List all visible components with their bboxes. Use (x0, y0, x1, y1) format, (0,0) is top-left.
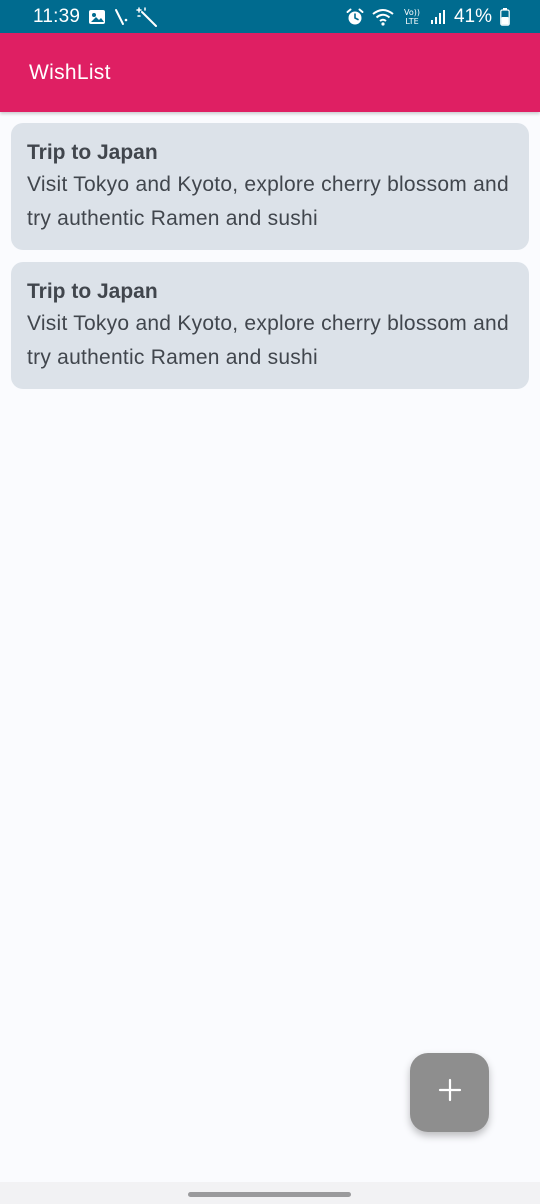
wish-card[interactable]: Trip to Japan Visit Tokyo and Kyoto, exp… (11, 123, 529, 250)
add-wish-button[interactable] (410, 1053, 489, 1132)
battery-percent: 41% (453, 5, 492, 27)
svg-text:LTE: LTE (405, 17, 418, 26)
home-gesture-handle[interactable] (188, 1192, 351, 1197)
wish-title: Trip to Japan (27, 280, 158, 303)
alarm-icon (346, 8, 364, 26)
status-left: 11:39 (33, 6, 158, 28)
slash-icon (114, 8, 128, 26)
status-right: Vo)) LTE 41% (346, 6, 510, 28)
wish-title: Trip to Japan (27, 141, 158, 164)
magic-wand-icon (136, 6, 158, 27)
wish-description: Visit Tokyo and Kyoto, explore cherry bl… (27, 173, 509, 230)
wish-description: Visit Tokyo and Kyoto, explore cherry bl… (27, 312, 509, 369)
app-bar: WishList (0, 33, 540, 112)
svg-text:Vo)): Vo)) (404, 8, 420, 17)
status-bar: 11:39 Vo)) LTE 41% (0, 0, 540, 33)
navigation-bar (0, 1182, 540, 1204)
image-icon (88, 9, 106, 25)
volte-icon: Vo)) LTE (402, 7, 422, 27)
status-time: 11:39 (33, 5, 81, 27)
wifi-icon (372, 8, 394, 26)
app-title: WishList (29, 60, 111, 84)
plus-icon (438, 1078, 462, 1107)
signal-icon (430, 9, 446, 25)
wish-list: Trip to Japan Visit Tokyo and Kyoto, exp… (11, 123, 529, 401)
battery-icon (500, 7, 510, 26)
wish-card[interactable]: Trip to Japan Visit Tokyo and Kyoto, exp… (11, 262, 529, 389)
